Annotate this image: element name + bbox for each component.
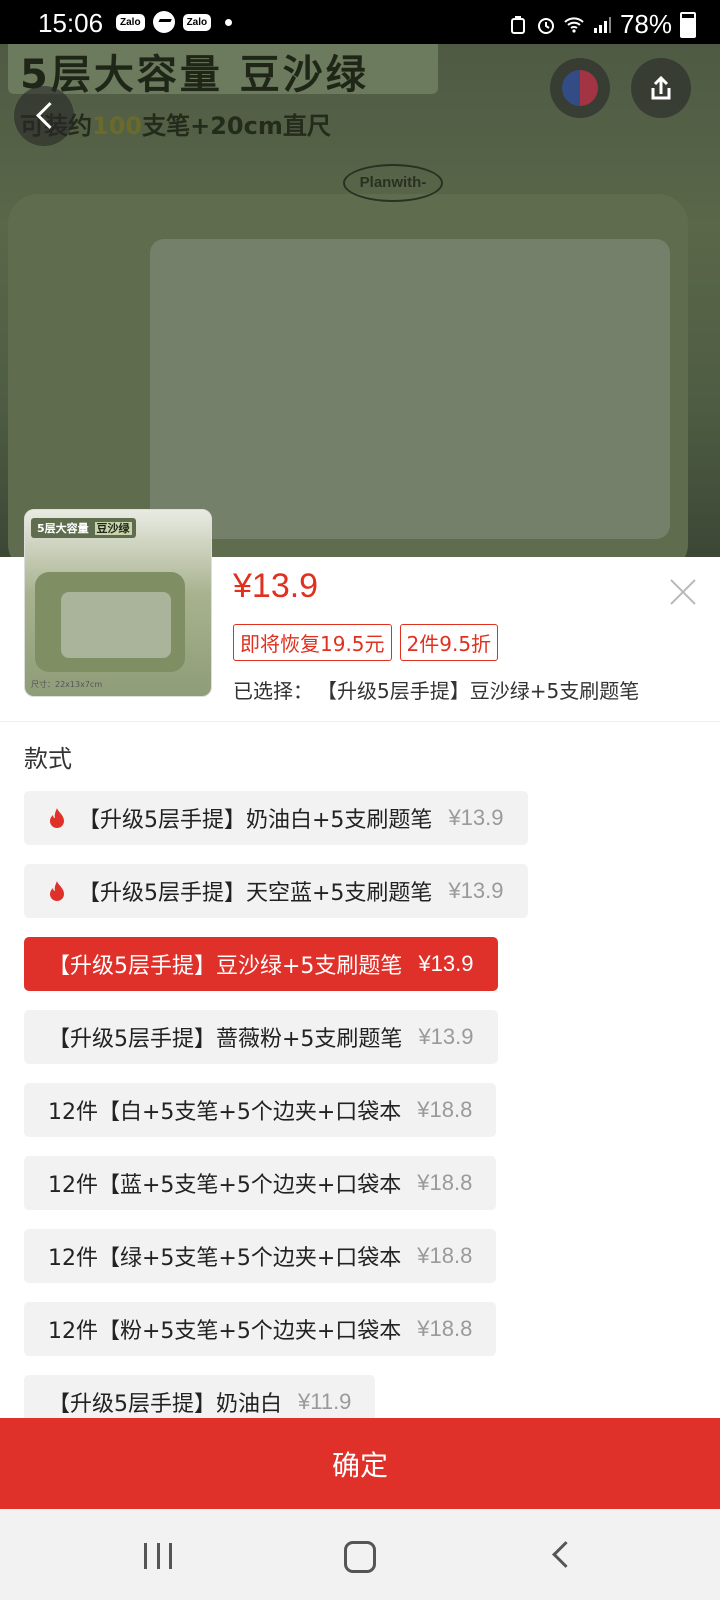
variant-option[interactable]: 12件【绿+5支笔+5个边夹+口袋本 ¥18.8 bbox=[24, 1229, 497, 1283]
divider bbox=[0, 721, 720, 722]
zalo-icon: Zalo bbox=[116, 13, 145, 31]
variant-label: 12件【白+5支笔+5个边夹+口袋本 bbox=[48, 1100, 402, 1125]
alarm-icon bbox=[537, 17, 554, 34]
product-thumbnail[interactable]: 5层大容量 豆沙绿 尺寸：22x13x7cm bbox=[24, 509, 212, 697]
promo-tag: 即将恢复19.5元 bbox=[233, 624, 392, 661]
zalo-icon: Zalo bbox=[182, 13, 212, 31]
variant-price: ¥13.9 bbox=[448, 805, 504, 830]
notification-icons: Zalo Zalo bbox=[116, 11, 233, 33]
back-nav-icon[interactable] bbox=[552, 1541, 579, 1568]
more-notifications-icon bbox=[225, 18, 233, 26]
promo-tag: 2件9.5折 bbox=[399, 624, 499, 661]
status-time: 15:06 bbox=[38, 8, 104, 38]
variant-options: 【升级5层手提】奶油白+5支刷题笔 ¥13.9 【升级5层手提】天空蓝+5支刷题… bbox=[24, 791, 528, 1448]
variant-label: 【升级5层手提】天空蓝+5支刷题笔 bbox=[78, 881, 433, 906]
recent-apps-icon[interactable] bbox=[144, 1543, 172, 1569]
flame-icon bbox=[50, 881, 64, 901]
promo-tags: 即将恢复19.5元 2件9.5折 bbox=[233, 624, 499, 661]
variant-price: ¥18.8 bbox=[417, 1097, 473, 1122]
variant-label: 【升级5层手提】奶油白+5支刷题笔 bbox=[78, 808, 433, 833]
store-avatar-button[interactable] bbox=[550, 58, 610, 118]
share-icon bbox=[651, 75, 671, 100]
thumbnail-banner-main: 5层大容量 bbox=[37, 522, 89, 535]
variant-label: 【升级5层手提】豆沙绿+5支刷题笔 bbox=[48, 954, 403, 979]
confirm-button[interactable]: 确定 bbox=[0, 1418, 720, 1509]
variant-option[interactable]: 【升级5层手提】天空蓝+5支刷题笔 ¥13.9 bbox=[24, 864, 528, 918]
messenger-icon bbox=[152, 11, 175, 33]
product-hero-image: 5层大容量 豆沙绿 可装约100支笔+20cm直尺 Planwith- bbox=[0, 44, 720, 564]
hero-subtitle-suffix: 支笔+20cm直尺 bbox=[142, 112, 331, 140]
variant-label: 【升级5层手提】蔷薇粉+5支刷题笔 bbox=[48, 1027, 403, 1052]
thumbnail-footnote: 尺寸：22x13x7cm bbox=[31, 680, 103, 689]
recycle-icon bbox=[510, 15, 525, 34]
section-title-style: 款式 bbox=[24, 745, 72, 773]
thumbnail-banner: 5层大容量 豆沙绿 bbox=[31, 518, 136, 538]
product-price: ¥13.9 bbox=[233, 567, 319, 605]
sku-selector-sheet: 5层大容量 豆沙绿 尺寸：22x13x7cm ¥13.9 即将恢复19.5元 2… bbox=[0, 509, 720, 1509]
variant-price: ¥13.9 bbox=[418, 1024, 474, 1049]
variant-price: ¥18.8 bbox=[417, 1170, 473, 1195]
selected-label: 已选择： bbox=[233, 679, 313, 703]
hero-subtitle-highlight: 100 bbox=[92, 112, 143, 140]
variant-label: 12件【绿+5支笔+5个边夹+口袋本 bbox=[48, 1246, 402, 1271]
variant-label: 【升级5层手提】奶油白 bbox=[48, 1392, 282, 1417]
variant-option[interactable]: 【升级5层手提】奶油白+5支刷题笔 ¥13.9 bbox=[24, 791, 528, 845]
share-button[interactable] bbox=[631, 58, 691, 118]
thumbnail-bag-window bbox=[61, 592, 171, 658]
store-avatar-icon bbox=[562, 70, 598, 106]
variant-option-selected[interactable]: 【升级5层手提】豆沙绿+5支刷题笔 ¥13.9 bbox=[24, 937, 498, 991]
variant-price: ¥18.8 bbox=[417, 1243, 473, 1268]
battery-percent: 78% bbox=[619, 9, 672, 39]
back-button[interactable] bbox=[14, 86, 74, 146]
variant-price: ¥13.9 bbox=[448, 878, 504, 903]
variant-label: 12件【粉+5支笔+5个边夹+口袋本 bbox=[48, 1319, 402, 1344]
system-nav-bar bbox=[0, 1509, 720, 1600]
variant-option[interactable]: 12件【蓝+5支笔+5个边夹+口袋本 ¥18.8 bbox=[24, 1156, 497, 1210]
thumbnail-banner-tag: 豆沙绿 bbox=[94, 522, 132, 535]
variant-option[interactable]: 12件【白+5支笔+5个边夹+口袋本 ¥18.8 bbox=[24, 1083, 497, 1137]
variant-option[interactable]: 12件【粉+5支笔+5个边夹+口袋本 ¥18.8 bbox=[24, 1302, 497, 1356]
signal-icon bbox=[593, 16, 611, 33]
variant-price: ¥11.9 bbox=[298, 1389, 352, 1414]
wifi-icon bbox=[564, 16, 584, 33]
pencil-case-window bbox=[150, 239, 670, 539]
flame-icon bbox=[50, 808, 64, 828]
variant-option[interactable]: 【升级5层手提】蔷薇粉+5支刷题笔 ¥13.9 bbox=[24, 1010, 498, 1064]
battery-icon bbox=[680, 11, 696, 38]
variant-price: ¥18.8 bbox=[417, 1316, 473, 1341]
home-icon[interactable] bbox=[344, 1541, 376, 1573]
system-icons: 78% bbox=[508, 9, 696, 40]
variant-price: ¥13.9 bbox=[418, 951, 474, 976]
brand-logo: Planwith- bbox=[343, 164, 443, 202]
selected-variant: 已选择： 【升级5层手提】豆沙绿+5支刷题笔 bbox=[233, 675, 639, 704]
hero-banner-text: 5层大容量 豆沙绿 bbox=[20, 52, 369, 98]
close-icon[interactable] bbox=[668, 577, 698, 607]
variant-label: 12件【蓝+5支笔+5个边夹+口袋本 bbox=[48, 1173, 402, 1198]
status-bar: 15:06 Zalo Zalo 78% bbox=[0, 0, 720, 44]
selected-value: 【升级5层手提】豆沙绿+5支刷题笔 bbox=[327, 679, 640, 703]
